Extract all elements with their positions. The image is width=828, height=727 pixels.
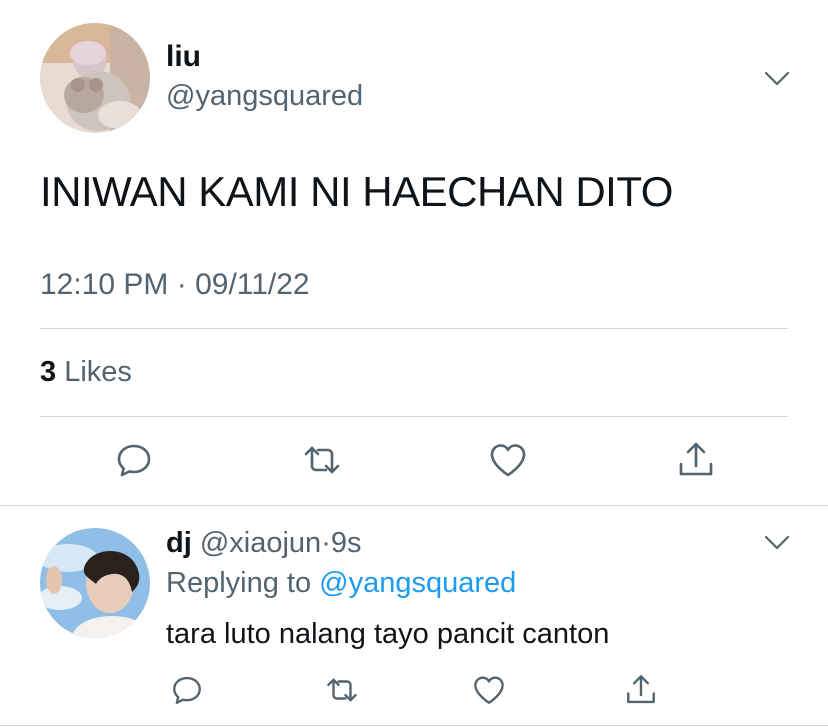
tweet-timestamp[interactable]: 12:10 PM · 09/11/22 (40, 268, 310, 302)
reply-header: dj @xiaojun·9s (166, 527, 362, 560)
replying-to: Replying to @yangsquared (166, 567, 516, 600)
mention-link[interactable]: @yangsquared (319, 567, 516, 599)
display-name[interactable]: dj (166, 527, 192, 559)
avatar-image (40, 528, 150, 638)
share-icon[interactable] (676, 440, 716, 480)
separator: · (321, 527, 331, 559)
avatar[interactable] (40, 23, 150, 133)
tweet-text: INIWAN KAMI NI HAECHAN DITO (40, 168, 673, 215)
divider (40, 328, 788, 329)
divider (0, 505, 828, 506)
chevron-down-icon[interactable] (764, 71, 790, 87)
likes-label: Likes (64, 356, 132, 388)
reply-icon[interactable] (170, 673, 204, 707)
divider (40, 416, 788, 417)
avatar[interactable] (40, 528, 150, 638)
likes-count: 3 (40, 356, 57, 388)
reply-icon[interactable] (114, 440, 154, 480)
retweet-icon[interactable] (302, 440, 342, 480)
share-icon[interactable] (624, 673, 658, 707)
replying-prefix: Replying to (166, 567, 312, 599)
user-handle[interactable]: @yangsquared (166, 80, 363, 113)
display-name[interactable]: liu (166, 40, 201, 74)
divider (0, 725, 828, 726)
tweet-text: tara luto nalang tayo pancit canton (166, 618, 610, 650)
tweet-time[interactable]: 9s (331, 527, 362, 559)
avatar-image (40, 23, 150, 133)
like-icon[interactable] (488, 440, 528, 480)
user-handle[interactable]: @xiaojun (200, 527, 321, 559)
like-icon[interactable] (472, 673, 506, 707)
retweet-icon[interactable] (325, 673, 359, 707)
likes-stat[interactable]: 3 Likes (40, 356, 132, 389)
chevron-down-icon[interactable] (764, 535, 790, 551)
